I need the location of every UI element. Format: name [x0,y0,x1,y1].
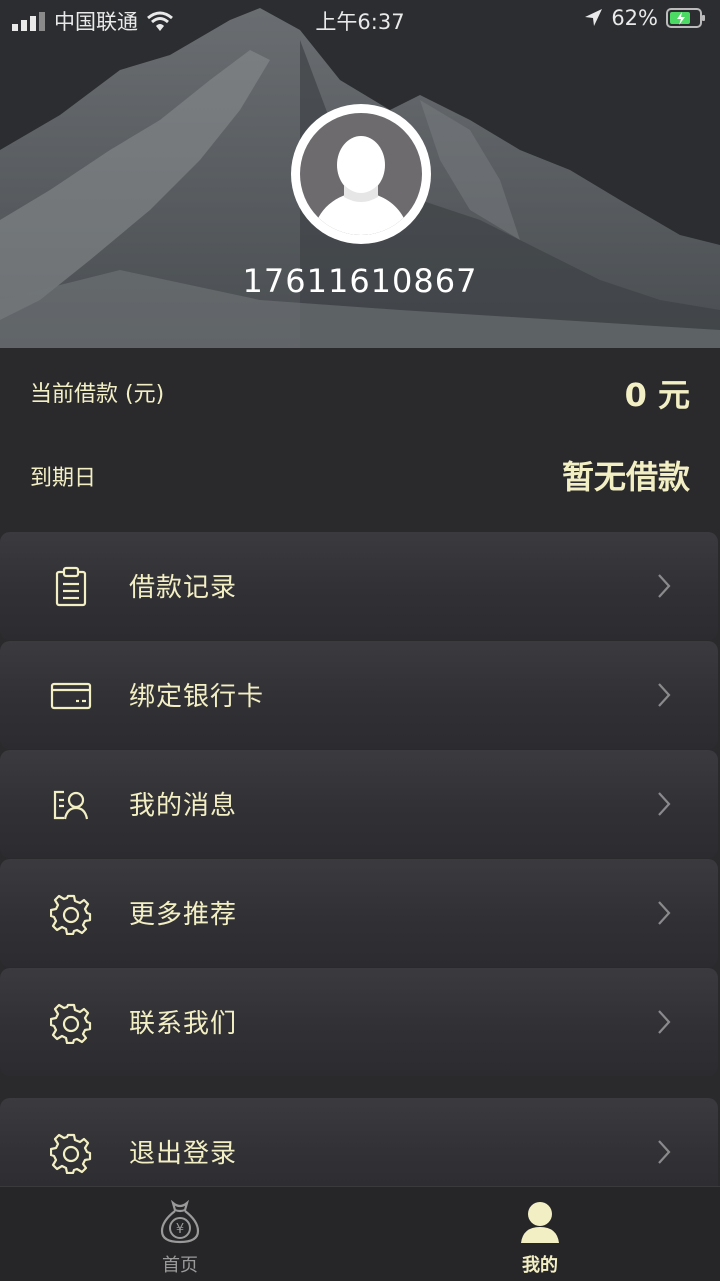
gear-icon [50,1133,92,1174]
bottom-tab-bar: ¥ 首页 我的 [0,1186,720,1281]
gear-icon [50,1003,92,1044]
tab-mine[interactable]: 我的 [360,1187,720,1281]
user-icon [521,1202,559,1243]
menu-item-bind-bank-card[interactable]: 绑定银行卡 [0,641,718,749]
current-loan-value: 0 元 [624,376,690,414]
menu-item-loan-records[interactable]: 借款记录 [0,532,718,640]
chevron-right-icon [658,1010,671,1034]
menu-item-label: 联系我们 [129,1009,238,1039]
bank-card-icon [50,682,92,710]
status-bar: 中国联通 上午6:37 62% [0,0,720,40]
user-phone-number: 17611610867 [242,262,478,300]
tab-label: 我的 [522,1255,558,1276]
menu-item-more-recommendations[interactable]: 更多推荐 [0,859,718,967]
chevron-right-icon [658,901,671,925]
menu-item-label: 借款记录 [129,573,238,603]
menu-item-contact-us[interactable]: 联系我们 [0,968,718,1076]
money-bag-icon: ¥ [160,1199,200,1244]
menu-item-label: 退出登录 [129,1139,238,1169]
current-loan-label: 当前借款 (元) [30,382,165,407]
due-date-label: 到期日 [30,466,97,491]
message-contact-icon [53,790,89,820]
chevron-right-icon [658,683,671,707]
clipboard-icon [55,566,87,607]
menu-item-label: 绑定银行卡 [129,682,265,712]
chevron-right-icon [658,574,671,598]
menu-item-label: 更多推荐 [129,900,238,930]
battery-icon [666,8,705,28]
menu-item-label: 我的消息 [129,791,238,821]
loan-summary: 当前借款 (元) 0 元 到期日 暂无借款 [0,348,720,532]
battery-percent: 62% [611,6,658,30]
menu-item-my-messages[interactable]: 我的消息 [0,750,718,858]
chevron-right-icon [658,792,671,816]
avatar[interactable] [291,104,431,244]
default-avatar-icon [312,136,410,235]
svg-text:¥: ¥ [176,1222,184,1237]
due-date-value: 暂无借款 [561,458,690,496]
chevron-right-icon [658,1140,671,1164]
gear-icon [50,894,92,935]
tab-label: 首页 [162,1255,198,1276]
tab-home[interactable]: ¥ 首页 [0,1187,360,1281]
profile-header: 中国联通 上午6:37 62% 17611610867 [0,0,720,348]
location-arrow-icon [585,9,603,26]
